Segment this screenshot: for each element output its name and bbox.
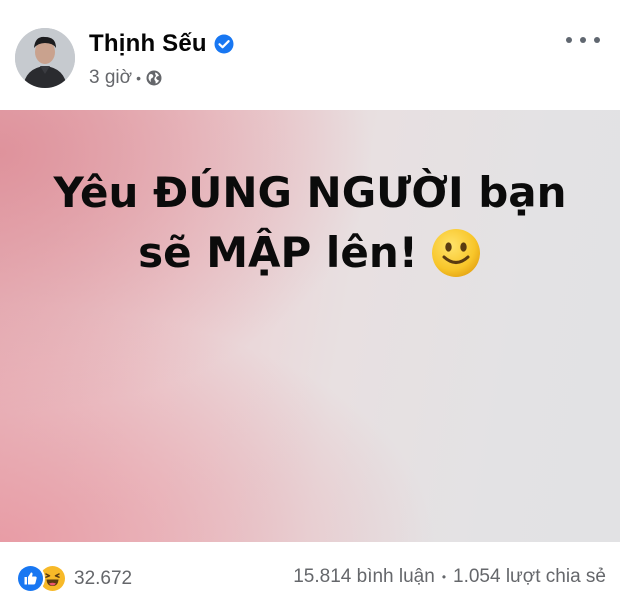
shares-count[interactable]: 1.054 lượt chia sẻ (453, 566, 606, 588)
verified-badge-icon (214, 34, 234, 54)
like-reaction-icon (16, 564, 45, 593)
status-line-1: Yêu ĐÚNG NGƯỜI bạn (53, 168, 567, 217)
avatar-photo (15, 28, 75, 88)
more-dot (566, 37, 572, 43)
engagement-summary: 15.814 bình luận • 1.054 lượt chia sẻ (293, 566, 606, 588)
post-timestamp[interactable]: 3 giờ (89, 67, 132, 89)
author-line: Thịnh Sếu (89, 28, 234, 60)
more-dot (580, 37, 586, 43)
facebook-post: Thịnh Sếu 3 giờ • Yêu ĐÚNG NGƯỜI bạn sẽ … (0, 0, 620, 611)
meta-separator: • (136, 70, 141, 86)
reactions-summary[interactable]: 32.672 (16, 564, 132, 593)
engagement-separator: • (441, 570, 447, 584)
post-header: Thịnh Sếu 3 giờ • (0, 0, 620, 108)
status-line-2-wrapper: sẽ MẬP lên! (138, 223, 482, 283)
post-footer: 32.672 15.814 bình luận • 1.054 lượt chi… (0, 556, 620, 600)
status-line-2: sẽ MẬP lên! (138, 228, 418, 277)
status-text: Yêu ĐÚNG NGƯỜI bạn sẽ MẬP lên! (0, 163, 620, 283)
author-name[interactable]: Thịnh Sếu (89, 30, 207, 58)
reaction-count: 32.672 (74, 567, 133, 589)
more-dot (594, 37, 600, 43)
more-options-icon[interactable] (566, 30, 600, 50)
globe-icon[interactable] (146, 70, 162, 86)
avatar[interactable] (15, 28, 75, 88)
post-meta: 3 giờ • (89, 66, 162, 90)
comments-count[interactable]: 15.814 bình luận (293, 566, 435, 588)
slightly-smiling-face-icon (430, 227, 482, 279)
